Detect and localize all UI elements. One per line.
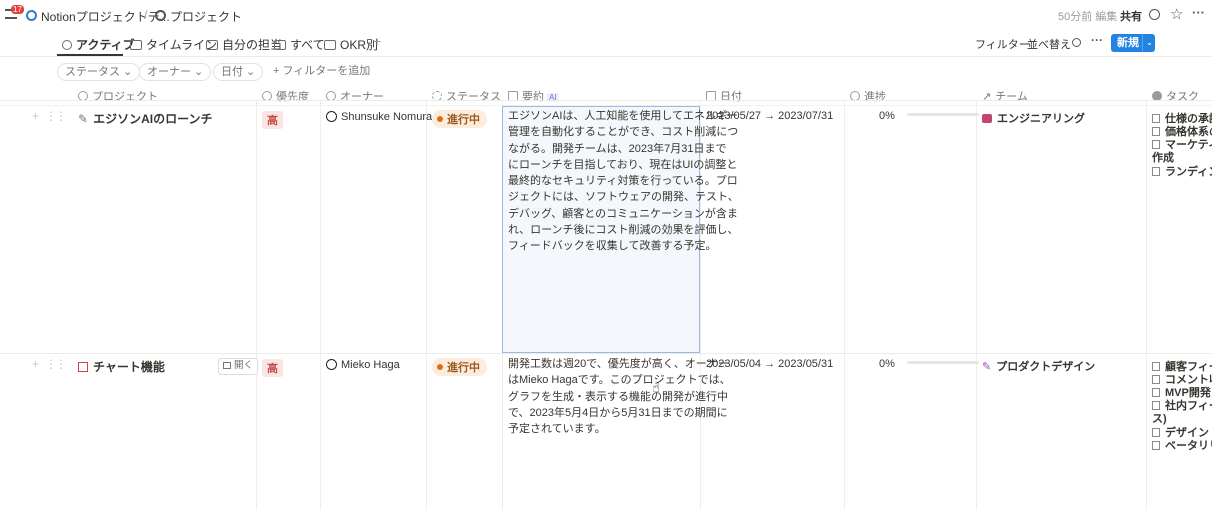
add-row-icon[interactable]: + <box>32 357 39 371</box>
avatar <box>326 111 337 122</box>
column-divider <box>844 100 845 510</box>
status-tag[interactable]: 進行中 <box>432 358 487 376</box>
drag-handle-icon[interactable]: ⋮⋮ <box>45 357 67 371</box>
owner-cell[interactable]: Shunsuke Nomura <box>326 111 432 123</box>
col-progress[interactable]: 進捗 <box>850 88 886 104</box>
team-icon <box>982 114 992 123</box>
target-icon <box>62 40 72 50</box>
chart-icon <box>78 362 88 372</box>
date-filter-chip[interactable]: 日付 ⌄ <box>213 63 264 81</box>
breadcrumb-separator: / <box>144 8 148 22</box>
team-cell[interactable]: エンジニアリング <box>982 110 1085 126</box>
progress-cell: 0% <box>879 358 979 370</box>
pencil-icon: ✎ <box>78 112 89 126</box>
page-icon <box>1152 401 1160 410</box>
column-divider <box>426 100 427 510</box>
more-options-icon[interactable]: ··· <box>1091 33 1103 47</box>
more-icon[interactable]: ··· <box>1192 5 1205 20</box>
col-team[interactable]: ↗ チーム <box>982 88 1028 104</box>
col-status[interactable]: ステータス <box>432 88 501 104</box>
open-button[interactable]: 開く <box>218 358 259 375</box>
tab-mine[interactable]: 自分の担当 <box>206 36 282 53</box>
page-icon <box>1152 140 1160 149</box>
page-icon <box>155 10 166 21</box>
filter-button[interactable]: フィルター <box>975 36 1030 52</box>
tabs-divider <box>0 56 1212 57</box>
timeline-icon <box>130 40 142 50</box>
top-bar: 17 Notionプロジェクトデ... / プロジェクト 50分前 編集 共有 … <box>0 0 1212 30</box>
status-dot-icon <box>437 364 443 370</box>
priority-tag[interactable]: 高 <box>262 111 283 129</box>
board-icon <box>206 40 218 50</box>
priority-tag[interactable]: 高 <box>262 359 283 377</box>
tab-okr[interactable]: OKR別 <box>324 36 378 53</box>
column-divider <box>1146 100 1147 510</box>
edit-square-icon: ✎ <box>982 361 992 373</box>
task-item[interactable]: ベータリリ <box>1152 437 1212 453</box>
clock-icon[interactable] <box>1149 9 1160 20</box>
table-icon <box>324 40 336 50</box>
share-button[interactable]: 共有 <box>1120 8 1142 24</box>
task-item[interactable]: ランディン <box>1152 163 1212 179</box>
edited-time: 50分前 編集 <box>1058 11 1118 23</box>
notification-badge[interactable]: 17 <box>11 5 24 14</box>
progress-bar <box>906 361 979 364</box>
summary-text[interactable]: 開発工数は週20で、優先度が高く、オーナー はMieko Hagaです。このプロ… <box>508 356 731 437</box>
team-cell[interactable]: ✎ プロダクトデザイン <box>982 358 1095 374</box>
col-date[interactable]: 日付 <box>706 88 742 104</box>
workspace-icon <box>26 10 37 21</box>
row-divider <box>0 353 1212 354</box>
add-row-icon[interactable]: + <box>32 109 39 123</box>
search-icon[interactable] <box>1072 38 1081 47</box>
progress-bar <box>906 113 979 116</box>
page-icon <box>1152 388 1160 397</box>
chevron-down-icon[interactable]: ⌄ <box>1142 34 1156 52</box>
relation-arrow-icon: ↗ <box>982 91 992 103</box>
col-priority[interactable]: 優先度 <box>262 88 309 104</box>
summary-text: エジソンAIは、人工知能を使用してエネルギー 管理を自動化することができ、コスト… <box>508 110 739 253</box>
breadcrumb-workspace[interactable]: Notionプロジェクトデ... <box>41 8 170 25</box>
column-divider <box>320 100 321 510</box>
col-owner[interactable]: オーナー <box>326 88 384 104</box>
owner-cell[interactable]: Mieko Haga <box>326 359 400 371</box>
tab-all[interactable]: すべて <box>274 36 325 53</box>
date-cell[interactable]: 2023/05/27 → 2023/07/31 <box>706 110 833 122</box>
status-filter-chip[interactable]: ステータス ⌄ <box>57 63 141 81</box>
col-project[interactable]: プロジェクト <box>78 88 158 104</box>
status-tag[interactable]: 進行中 <box>432 110 487 128</box>
page-icon <box>1152 375 1160 384</box>
page-icon <box>1152 167 1160 176</box>
drag-handle-icon[interactable]: ⋮⋮ <box>45 109 67 123</box>
col-summary[interactable]: 要約 AI <box>508 88 559 104</box>
mouse-cursor-icon: ☝ <box>652 380 660 395</box>
view-tabs: アクティブ タイムライン 自分の担当 すべて OKR別 + フィルター 並べ替え… <box>0 32 1212 56</box>
sort-button[interactable]: 並べ替え <box>1027 36 1071 52</box>
status-dot-icon <box>437 116 443 122</box>
add-filter-button[interactable]: + フィルターを追加 <box>266 63 377 81</box>
star-icon[interactable]: ☆ <box>1170 5 1183 23</box>
page-icon <box>1152 127 1160 136</box>
add-view-icon[interactable]: + <box>373 33 381 49</box>
tab-active[interactable]: アクティブ <box>62 36 135 53</box>
sidepeek-icon <box>223 362 231 369</box>
avatar <box>326 359 337 370</box>
column-divider <box>976 100 977 510</box>
header-divider <box>0 100 1212 101</box>
page-icon <box>1152 362 1160 371</box>
col-tasks[interactable]: タスク <box>1152 88 1199 104</box>
column-divider <box>256 100 257 510</box>
table-row-name[interactable]: チャート機能 <box>78 358 165 375</box>
owner-filter-chip[interactable]: オーナー ⌄ <box>139 63 212 81</box>
page-icon <box>1152 428 1160 437</box>
table-row-name[interactable]: ✎ エジソンAIのローンチ <box>78 110 212 127</box>
page-icon <box>1152 114 1160 123</box>
page-icon <box>1152 441 1160 450</box>
progress-cell: 0% <box>879 110 979 122</box>
tab-timeline[interactable]: タイムライン <box>130 36 217 53</box>
date-cell[interactable]: 2023/05/04 → 2023/05/31 <box>706 358 833 370</box>
table-icon <box>274 40 286 50</box>
breadcrumb-page[interactable]: プロジェクト <box>170 8 242 25</box>
new-button[interactable]: 新規 ⌄ <box>1111 34 1155 52</box>
